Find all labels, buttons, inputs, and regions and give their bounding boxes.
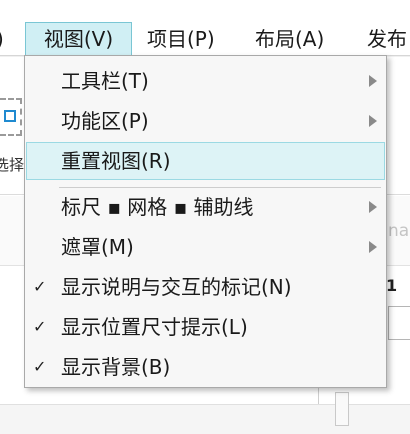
panel-input[interactable] — [388, 306, 410, 340]
menu-item-label: 重置视图(R) — [61, 149, 171, 173]
menu-project[interactable]: 项目(P) — [147, 22, 215, 56]
menu-item-label: 显示说明与交互的标记(N) — [61, 275, 292, 299]
check-icon: ✓ — [33, 317, 47, 336]
submenu-arrow-icon — [369, 115, 377, 127]
menu-item-reset-view[interactable]: 重置视图(R) — [26, 142, 385, 180]
menu-publish[interactable]: 发布 — [367, 22, 407, 56]
menu-item-label: 遮罩(M) — [61, 235, 134, 259]
menu-item-show-position-size[interactable]: ✓ 显示位置尺寸提示(L) — [26, 308, 385, 346]
menu-item-ruler-grid-guides[interactable]: 标尺 ▪ 网格 ▪ 辅助线 — [26, 188, 385, 226]
menu-item-toolbar[interactable]: 工具栏(T) — [26, 62, 385, 100]
menu-layout[interactable]: 布局(A) — [255, 22, 324, 56]
panel-number: 1 — [386, 276, 398, 295]
menu-item-label: 标尺 ▪ 网格 ▪ 辅助线 — [61, 195, 254, 219]
select-tool-icon[interactable] — [0, 98, 22, 136]
check-icon: ✓ — [33, 277, 47, 296]
scroll-handle[interactable] — [335, 392, 349, 426]
view-menu-dropdown: 工具栏(T) 功能区(P) 重置视图(R) 标尺 ▪ 网格 ▪ 辅助线 遮罩(M… — [24, 55, 387, 388]
submenu-arrow-icon — [369, 201, 377, 213]
menu-view[interactable]: 视图(V) — [25, 22, 132, 56]
menu-item-show-background[interactable]: ✓ 显示背景(B) — [26, 348, 385, 386]
menu-item-show-notes-markers[interactable]: ✓ 显示说明与交互的标记(N) — [26, 268, 385, 306]
select-box-icon — [4, 110, 16, 122]
menu-item-label: 显示位置尺寸提示(L) — [61, 315, 248, 339]
select-tool-label: 选择 — [0, 156, 25, 174]
submenu-arrow-icon — [369, 75, 377, 87]
menu-item-ribbon[interactable]: 功能区(P) — [26, 102, 385, 140]
check-icon: ✓ — [33, 357, 47, 376]
faded-panel-text: nal — [388, 221, 410, 241]
menu-item-label: 工具栏(T) — [61, 69, 149, 93]
menu-item-mask[interactable]: 遮罩(M) — [26, 228, 385, 266]
menu-item-label: 显示背景(B) — [61, 355, 171, 379]
menu-edit-partial[interactable]: ) — [0, 22, 4, 56]
menu-bar: ) 视图(V) 项目(P) 布局(A) 发布 — [0, 0, 410, 56]
submenu-arrow-icon — [369, 241, 377, 253]
menu-item-label: 功能区(P) — [61, 109, 149, 133]
